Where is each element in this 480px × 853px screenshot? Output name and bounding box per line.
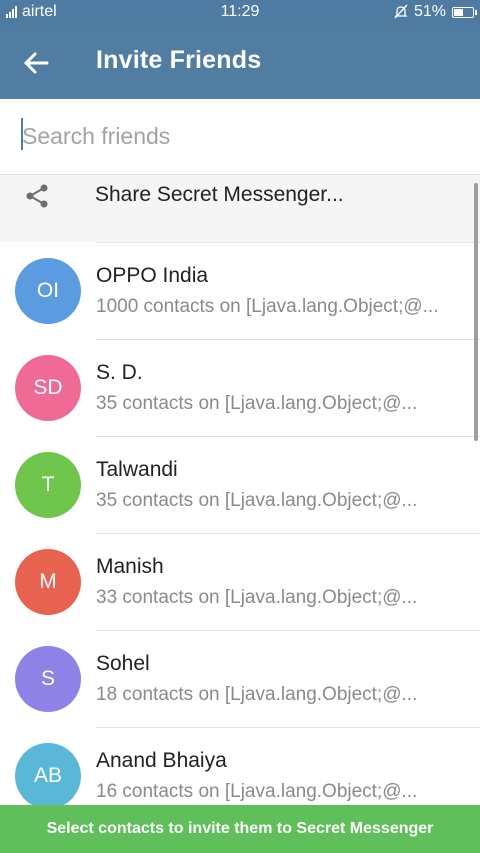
invite-hint-label: Select contacts to invite them to Secret…	[46, 820, 434, 837]
contact-subtitle: 33 contacts on [Ljava.lang.Object;@...	[96, 587, 418, 608]
arrow-left-icon[interactable]	[20, 47, 52, 79]
contact-subtitle: 18 contacts on [Ljava.lang.Object;@...	[96, 684, 418, 705]
search-bar	[0, 99, 480, 175]
divider	[96, 630, 480, 631]
contact-row[interactable]: M Manish 33 contacts on [Ljava.lang.Obje…	[0, 533, 480, 630]
divider	[96, 339, 480, 340]
status-bar: airtel 11:29 51%	[0, 0, 480, 25]
divider	[96, 727, 480, 728]
battery-fill	[454, 8, 463, 16]
contact-name: OPPO India	[96, 264, 209, 287]
contact-subtitle: 16 contacts on [Ljava.lang.Object;@...	[96, 781, 418, 802]
battery-icon	[452, 6, 477, 18]
page-title: Invite Friends	[96, 46, 262, 74]
avatar: T	[15, 452, 81, 518]
contact-row[interactable]: SD S. D. 35 contacts on [Ljava.lang.Obje…	[0, 339, 480, 436]
divider	[96, 436, 480, 437]
avatar: M	[15, 549, 81, 615]
battery-percent: 51%	[413, 3, 446, 20]
contact-subtitle: 35 contacts on [Ljava.lang.Object;@...	[96, 393, 418, 414]
divider	[96, 533, 480, 534]
invite-hint-bar[interactable]: Select contacts to invite them to Secret…	[0, 805, 480, 853]
action-bar: Invite Friends	[0, 25, 480, 99]
avatar: SD	[15, 355, 81, 421]
scrollbar[interactable]	[474, 183, 478, 441]
contact-row[interactable]: S Sohel 18 contacts on [Ljava.lang.Objec…	[0, 630, 480, 727]
avatar: OI	[15, 258, 81, 324]
bell-off-icon	[394, 4, 408, 19]
contact-name: S. D.	[96, 361, 143, 384]
share-app-button[interactable]: Share Secret Messenger...	[0, 175, 480, 242]
avatar: S	[15, 646, 81, 712]
contact-subtitle: 35 contacts on [Ljava.lang.Object;@...	[96, 490, 418, 511]
status-right: 51%	[394, 3, 477, 21]
avatar: AB	[15, 743, 81, 809]
contact-subtitle: 1000 contacts on [Ljava.lang.Object;@...	[96, 296, 439, 317]
contact-row[interactable]: T Talwandi 35 contacts on [Ljava.lang.Ob…	[0, 436, 480, 533]
contact-list: OI OPPO India 1000 contacts on [Ljava.la…	[0, 242, 480, 824]
divider	[96, 242, 480, 243]
search-input[interactable]	[22, 117, 452, 155]
contact-name: Sohel	[96, 652, 150, 675]
contact-row[interactable]: OI OPPO India 1000 contacts on [Ljava.la…	[0, 242, 480, 339]
contact-name: Anand Bhaiya	[96, 749, 227, 772]
text-cursor	[21, 118, 23, 150]
invite-friends-screen: airtel 11:29 51% Invite Friends Search f…	[0, 0, 480, 853]
contact-name: Talwandi	[96, 458, 178, 481]
contact-name: Manish	[96, 555, 164, 578]
share-label: Share Secret Messenger...	[95, 183, 344, 206]
share-icon	[26, 184, 48, 208]
